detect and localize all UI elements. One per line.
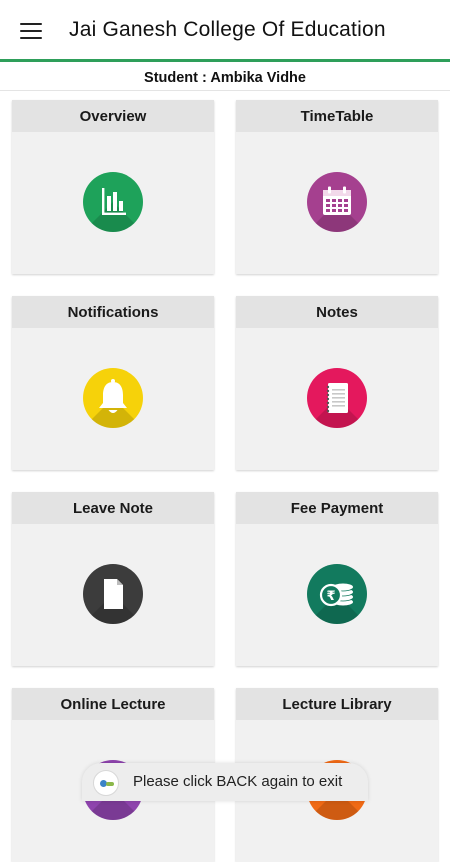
- bell-icon: [83, 368, 143, 428]
- app-title: Jai Ganesh College Of Education: [69, 18, 386, 41]
- bar-chart-icon: [83, 172, 143, 232]
- tile-leave-note[interactable]: Leave Note: [12, 492, 214, 666]
- tile-label: Notes: [236, 296, 438, 328]
- tile-label: Fee Payment: [236, 492, 438, 524]
- tile-label: Leave Note: [12, 492, 214, 524]
- tile-label: Overview: [12, 100, 214, 132]
- tile-label: Notifications: [12, 296, 214, 328]
- tile-label: Lecture Library: [236, 688, 438, 720]
- calendar-icon: [307, 172, 367, 232]
- student-label: Student : Ambika Vidhe: [0, 65, 450, 91]
- toast-message: Please click BACK again to exit: [133, 773, 343, 790]
- menu-icon[interactable]: [20, 22, 42, 40]
- tile-timetable[interactable]: TimeTable: [236, 100, 438, 274]
- app-bar: Jai Ganesh College Of Education: [0, 0, 450, 62]
- tile-label: TimeTable: [236, 100, 438, 132]
- svg-text:₹: ₹: [326, 589, 335, 604]
- app-logo-icon: [93, 770, 119, 796]
- tile-fee-payment[interactable]: Fee Payment ₹: [236, 492, 438, 666]
- exit-toast: Please click BACK again to exit: [82, 763, 368, 801]
- tile-notifications[interactable]: Notifications: [12, 296, 214, 470]
- tile-label: Online Lecture: [12, 688, 214, 720]
- notepad-icon: [307, 368, 367, 428]
- rupee-coins-icon: ₹: [307, 564, 367, 624]
- tile-overview[interactable]: Overview: [12, 100, 214, 274]
- document-icon: [83, 564, 143, 624]
- tile-notes[interactable]: Notes: [236, 296, 438, 470]
